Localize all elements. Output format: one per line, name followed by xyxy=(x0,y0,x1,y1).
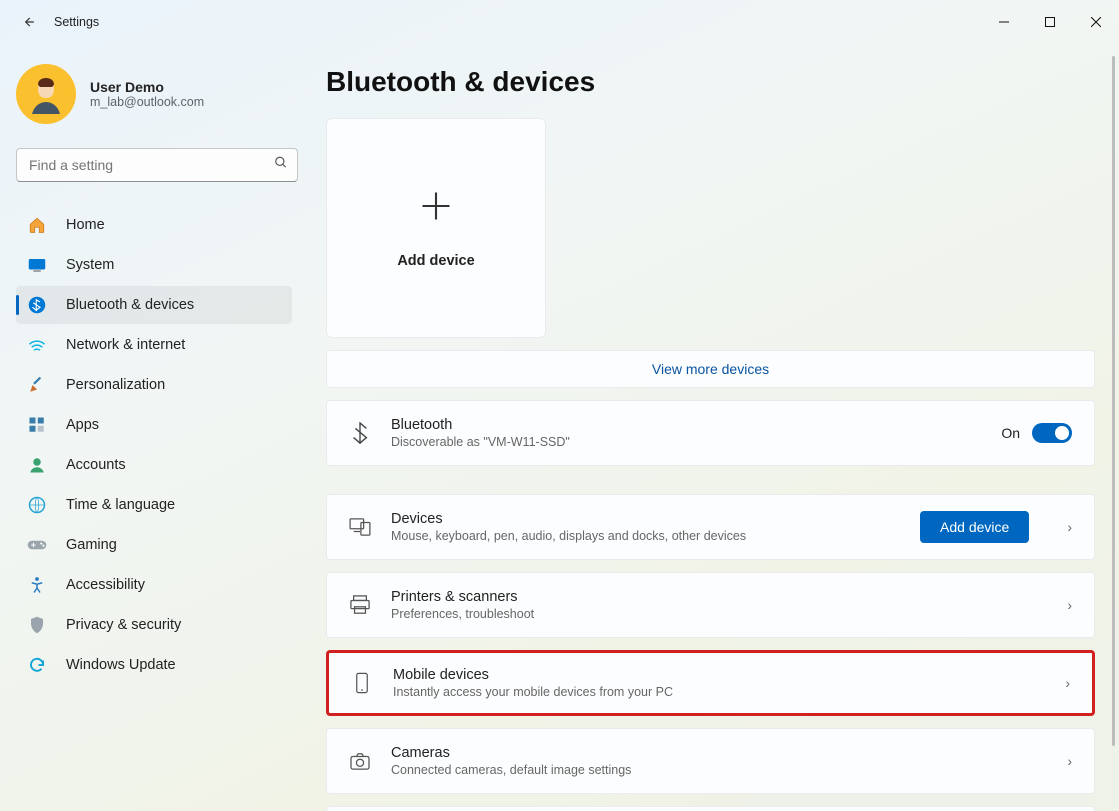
nav-label: Personalization xyxy=(66,377,165,393)
search-icon xyxy=(274,156,288,175)
add-device-button[interactable]: Add device xyxy=(920,511,1029,543)
printers-subtitle: Preferences, troubleshoot xyxy=(391,607,1047,621)
nav-apps[interactable]: Apps xyxy=(16,406,292,444)
mouse-card[interactable]: Mouse xyxy=(326,806,1095,811)
devices-title: Devices xyxy=(391,511,900,527)
bluetooth-card[interactable]: Bluetooth Discoverable as "VM-W11-SSD" O… xyxy=(326,400,1095,466)
user-account-row[interactable]: User Demo m_lab@outlook.com xyxy=(16,64,292,124)
nav-label: System xyxy=(66,257,114,273)
nav-windows-update[interactable]: Windows Update xyxy=(16,646,292,684)
nav-time-language[interactable]: Time & language xyxy=(16,486,292,524)
plus-icon xyxy=(418,188,454,231)
printer-icon xyxy=(349,595,371,615)
nav-label: Gaming xyxy=(66,537,117,553)
mobile-subtitle: Instantly access your mobile devices fro… xyxy=(393,685,1045,699)
mobile-icon xyxy=(351,672,373,694)
avatar xyxy=(16,64,76,124)
window-title: Settings xyxy=(54,15,99,29)
sidebar: User Demo m_lab@outlook.com Home System … xyxy=(0,44,302,811)
nav-accessibility[interactable]: Accessibility xyxy=(16,566,292,604)
nav-label: Accessibility xyxy=(66,577,145,593)
nav-label: Privacy & security xyxy=(66,617,181,633)
nav-accounts[interactable]: Accounts xyxy=(16,446,292,484)
add-device-label: Add device xyxy=(397,253,474,269)
mobile-devices-card[interactable]: Mobile devices Instantly access your mob… xyxy=(326,650,1095,716)
network-icon xyxy=(26,334,48,356)
personalization-icon xyxy=(26,374,48,396)
minimize-button[interactable] xyxy=(981,6,1027,38)
nav-label: Home xyxy=(66,217,105,233)
cameras-title: Cameras xyxy=(391,745,1047,761)
nav-label: Windows Update xyxy=(66,657,176,673)
nav-bluetooth-devices[interactable]: Bluetooth & devices xyxy=(16,286,292,324)
chevron-right-icon: › xyxy=(1065,675,1070,691)
bluetooth-toggle[interactable] xyxy=(1032,423,1072,443)
chevron-right-icon: › xyxy=(1067,597,1072,613)
close-button[interactable] xyxy=(1073,6,1119,38)
gaming-icon xyxy=(26,534,48,556)
accounts-icon xyxy=(26,454,48,476)
chevron-right-icon: › xyxy=(1067,519,1072,535)
home-icon xyxy=(26,214,48,236)
nav-label: Bluetooth & devices xyxy=(66,297,194,313)
bluetooth-title: Bluetooth xyxy=(391,417,981,433)
nav-label: Network & internet xyxy=(66,337,185,353)
time-language-icon xyxy=(26,494,48,516)
search-container xyxy=(16,148,298,182)
printers-scanners-card[interactable]: Printers & scanners Preferences, trouble… xyxy=(326,572,1095,638)
search-input[interactable] xyxy=(16,148,298,182)
printers-title: Printers & scanners xyxy=(391,589,1047,605)
main-content: Bluetooth & devices Add device View more… xyxy=(302,44,1119,811)
user-name: User Demo xyxy=(90,79,204,95)
devices-subtitle: Mouse, keyboard, pen, audio, displays an… xyxy=(391,529,900,543)
system-icon xyxy=(26,254,48,276)
nav-label: Accounts xyxy=(66,457,126,473)
nav-system[interactable]: System xyxy=(16,246,292,284)
nav-label: Time & language xyxy=(66,497,175,513)
privacy-icon xyxy=(26,614,48,636)
nav-label: Apps xyxy=(66,417,99,433)
page-title: Bluetooth & devices xyxy=(326,66,1095,98)
view-more-label: View more devices xyxy=(652,361,769,377)
nav-gaming[interactable]: Gaming xyxy=(16,526,292,564)
bluetooth-toggle-label: On xyxy=(1001,425,1020,441)
window-controls xyxy=(981,6,1119,38)
user-email: m_lab@outlook.com xyxy=(90,95,204,109)
accessibility-icon xyxy=(26,574,48,596)
nav: Home System Bluetooth & devices Network … xyxy=(16,206,292,684)
chevron-right-icon: › xyxy=(1067,753,1072,769)
nav-privacy-security[interactable]: Privacy & security xyxy=(16,606,292,644)
maximize-button[interactable] xyxy=(1027,6,1073,38)
titlebar: Settings xyxy=(0,0,1119,44)
add-device-tile[interactable]: Add device xyxy=(326,118,546,338)
update-icon xyxy=(26,654,48,676)
camera-icon xyxy=(349,752,371,770)
view-more-devices-link[interactable]: View more devices xyxy=(326,350,1095,388)
cameras-card[interactable]: Cameras Connected cameras, default image… xyxy=(326,728,1095,794)
nav-personalization[interactable]: Personalization xyxy=(16,366,292,404)
nav-network[interactable]: Network & internet xyxy=(16,326,292,364)
bluetooth-subtitle: Discoverable as "VM-W11-SSD" xyxy=(391,435,981,449)
devices-icon xyxy=(349,518,371,536)
bluetooth-icon xyxy=(26,294,48,316)
cameras-subtitle: Connected cameras, default image setting… xyxy=(391,763,1047,777)
mobile-title: Mobile devices xyxy=(393,667,1045,683)
bluetooth-icon xyxy=(349,422,371,444)
back-button[interactable] xyxy=(16,10,40,34)
apps-icon xyxy=(26,414,48,436)
vertical-scrollbar[interactable] xyxy=(1112,56,1115,746)
nav-home[interactable]: Home xyxy=(16,206,292,244)
devices-card[interactable]: Devices Mouse, keyboard, pen, audio, dis… xyxy=(326,494,1095,560)
